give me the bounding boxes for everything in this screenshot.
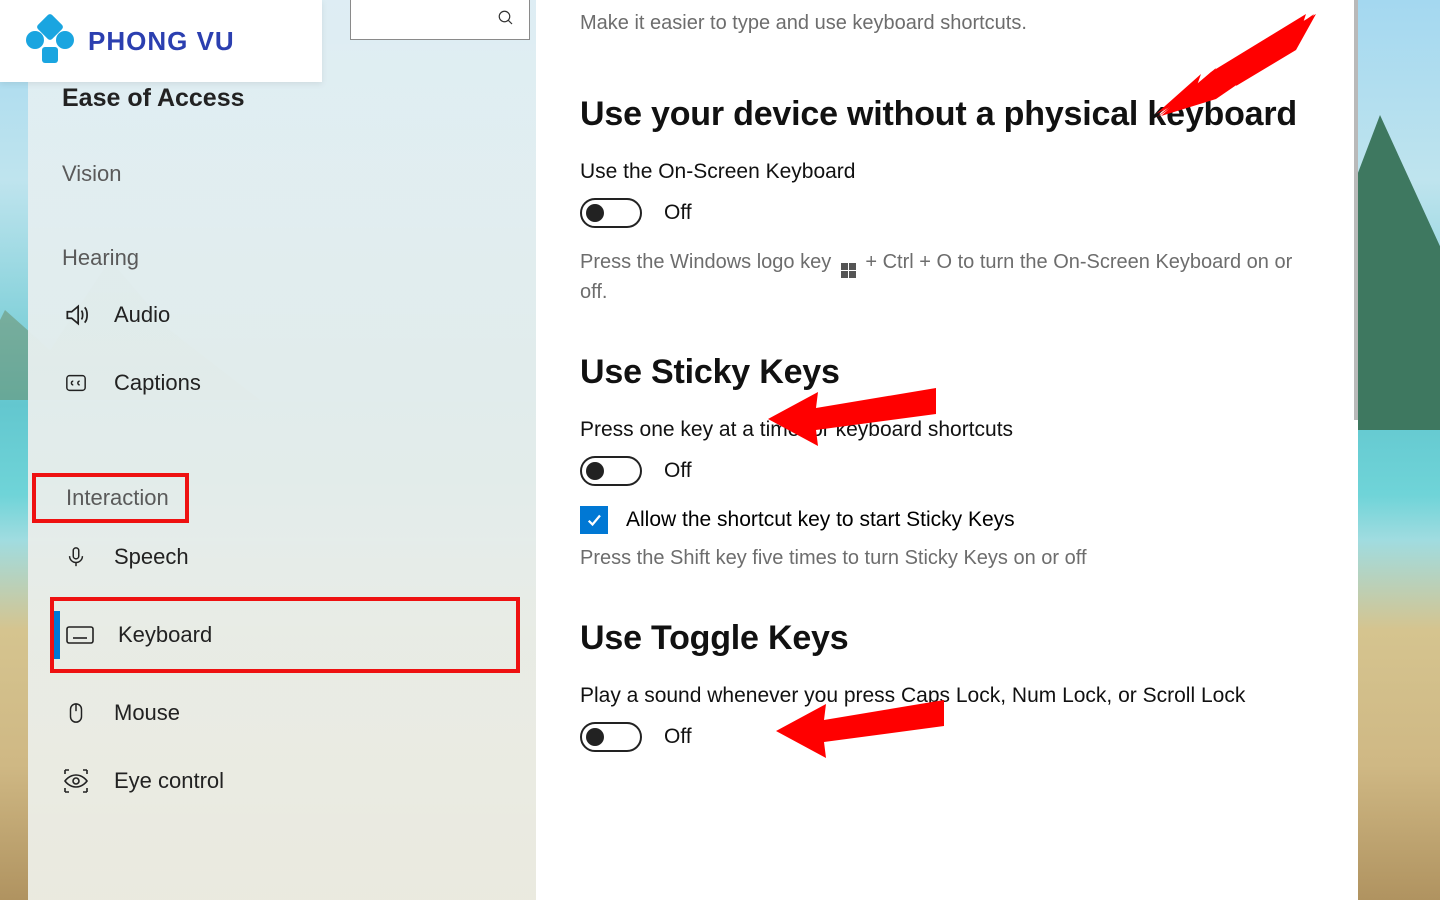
setting-label-toggle-keys: Play a sound whenever you press Caps Loc… [580,684,1308,708]
sidebar-item-eye-control[interactable]: Eye control [28,747,536,815]
setting-label-sticky: Press one key at a time for keyboard sho… [580,418,1308,442]
sidebar-item-label: Captions [114,370,201,396]
sidebar-item-speech[interactable]: Speech [28,523,536,591]
sidebar-item-label: Audio [114,302,170,328]
eye-icon [62,767,90,795]
toggle-state: Off [664,459,692,483]
nav-group-hearing: Hearing Audio Captions [28,197,536,417]
checkbox-allow-sticky-shortcut[interactable] [580,506,608,534]
logo-text: PHONG VU [88,26,235,57]
toggle-toggle-keys[interactable] [580,722,642,752]
nav-group-interaction: Interaction Speech Keyboard Mouse [28,417,536,815]
section-heading-sticky-keys: Use Sticky Keys [580,353,1308,392]
sidebar-item-label: Mouse [114,700,180,726]
nav-group-label: Interaction [32,473,189,523]
speaker-icon [62,301,90,329]
sidebar-item-label: Keyboard [118,622,212,648]
sidebar-item-mouse[interactable]: Mouse [28,679,536,747]
windows-logo-icon [841,263,856,278]
settings-sidebar: Ease of Access Vision Hearing Audio Capt… [28,0,536,900]
keyboard-icon [66,621,94,649]
setting-label-osk: Use the On-Screen Keyboard [580,160,1308,184]
section-heading-toggle-keys: Use Toggle Keys [580,619,1308,658]
sidebar-item-keyboard[interactable]: Keyboard [50,597,520,673]
nav-group-vision: Vision [28,113,536,197]
toggle-state: Off [664,201,692,225]
search-input[interactable] [350,0,530,40]
sidebar-item-label: Speech [114,544,189,570]
checkbox-label: Allow the shortcut key to start Sticky K… [626,508,1015,532]
sidebar-item-captions[interactable]: Captions [28,349,536,417]
toggle-on-screen-keyboard[interactable] [580,198,642,228]
sidebar-item-audio[interactable]: Audio [28,281,536,349]
mic-icon [62,543,90,571]
settings-window: Ease of Access Vision Hearing Audio Capt… [28,0,1358,900]
intro-text: Make it easier to type and use keyboard … [580,12,1308,35]
toggle-state: Off [664,725,692,749]
mouse-icon [62,699,90,727]
nav-group-label: Hearing [28,235,536,281]
toggle-sticky-keys[interactable] [580,456,642,486]
watermark-logo: PHONG VU [0,0,322,82]
sidebar-item-label: Eye control [114,768,224,794]
section-heading-physical-keyboard: Use your device without a physical keybo… [580,95,1308,134]
search-icon [497,9,515,27]
settings-content: Make it easier to type and use keyboard … [536,0,1358,900]
cc-icon [62,369,90,397]
hint-sticky: Press the Shift key five times to turn S… [580,544,1308,573]
nav-group-label: Vision [28,151,536,197]
hint-osk: Press the Windows logo key + Ctrl + O to… [580,248,1308,307]
logo-icon [26,17,74,65]
scrollbar[interactable] [1354,0,1358,420]
